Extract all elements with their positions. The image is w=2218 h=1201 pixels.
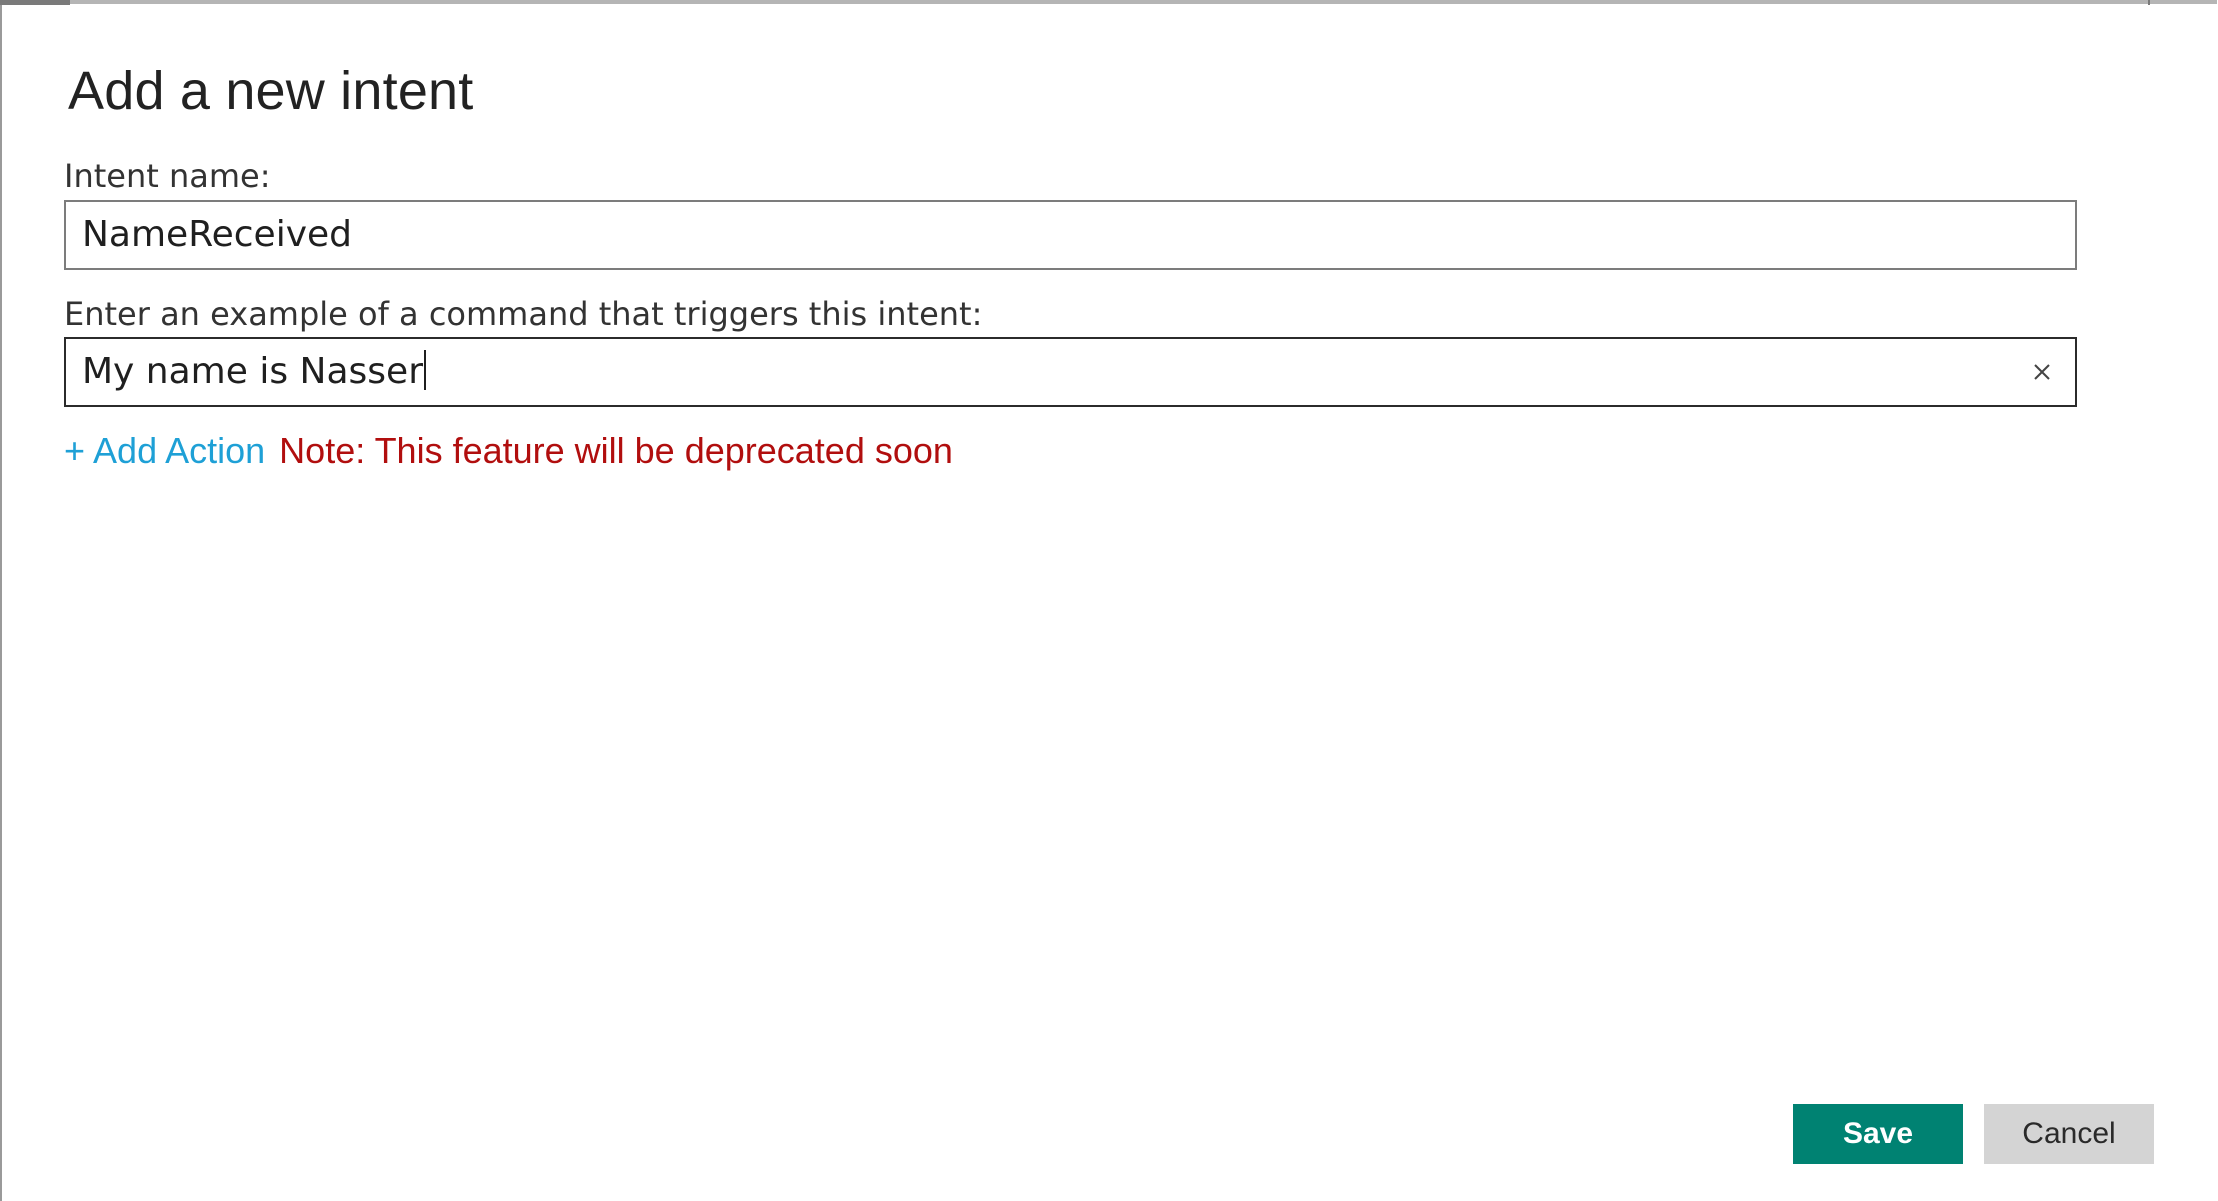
intent-name-value: NameReceived xyxy=(82,214,352,255)
dialog-panel xyxy=(0,0,2217,1201)
intent-name-label: Intent name: xyxy=(64,157,271,195)
save-button[interactable]: Save xyxy=(1793,1104,1963,1164)
add-action-link[interactable]: + Add Action xyxy=(64,430,265,471)
window-tab-marker xyxy=(0,0,70,5)
close-icon[interactable] xyxy=(2027,357,2057,387)
text-cursor xyxy=(424,350,426,390)
intent-name-input[interactable]: NameReceived xyxy=(64,200,2077,270)
dialog-title: Add a new intent xyxy=(68,61,474,121)
example-command-value-wrap: My name is Nasser xyxy=(82,339,426,405)
action-row: + Add Action Note: This feature will be d… xyxy=(64,430,953,472)
window-divider xyxy=(2148,0,2150,5)
example-command-label: Enter an example of a command that trigg… xyxy=(64,295,983,333)
deprecation-note: Note: This feature will be deprecated so… xyxy=(279,430,953,471)
example-command-input[interactable]: My name is Nasser xyxy=(64,337,2077,407)
cancel-button[interactable]: Cancel xyxy=(1984,1104,2154,1164)
example-command-value: My name is Nasser xyxy=(82,351,423,392)
